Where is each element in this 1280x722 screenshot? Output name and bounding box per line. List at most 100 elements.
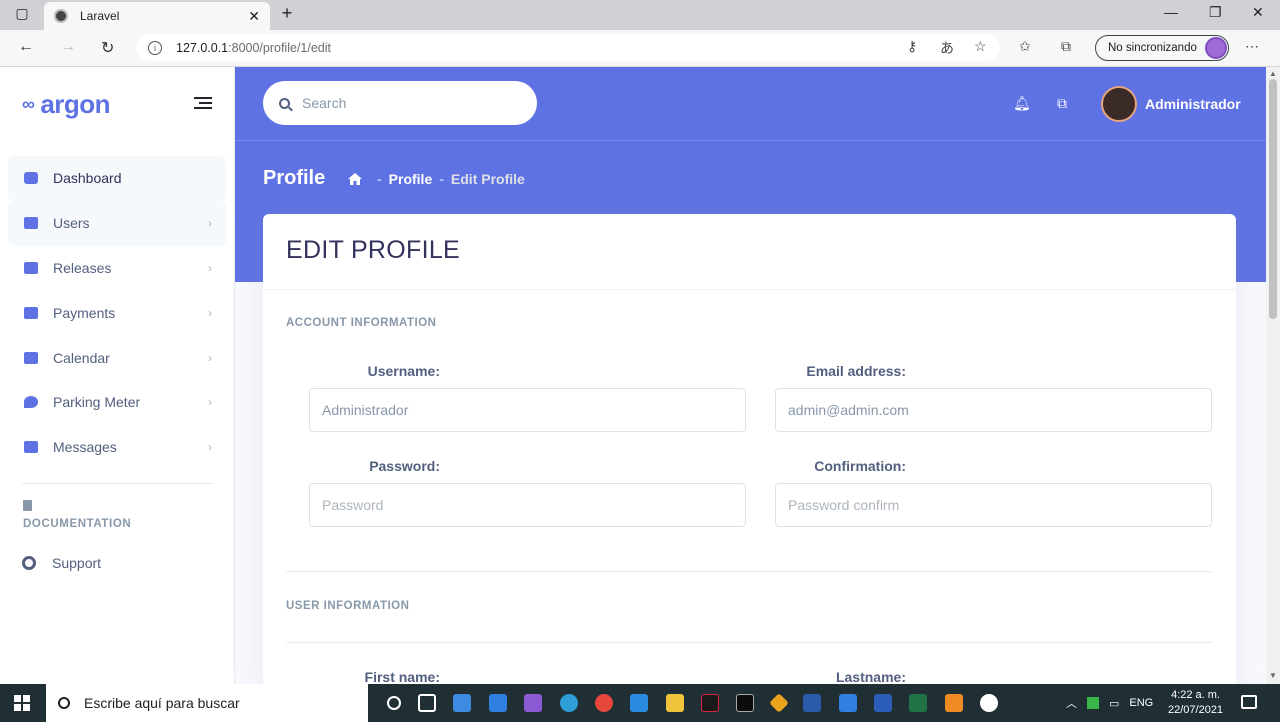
card-title: EDIT PROFILE (286, 236, 461, 264)
language-indicator[interactable]: ENG (1129, 697, 1153, 709)
sidebar-item-support[interactable]: Support (22, 555, 101, 571)
close-window-icon[interactable]: ✕ (1252, 4, 1264, 21)
windows-start-icon[interactable] (14, 695, 30, 711)
notification-center-icon[interactable] (1241, 695, 1257, 709)
breadcrumb-edit-profile: Edit Profile (450, 171, 525, 187)
browser-tab[interactable]: Laravel ✕ (44, 2, 270, 30)
chevron-right-icon: › (208, 305, 212, 320)
search-input[interactable]: Search (263, 81, 537, 125)
user-information-heading: USER INFORMATION (286, 600, 410, 612)
collections-icon[interactable]: ⧉ (1061, 38, 1071, 55)
battery-icon[interactable]: ▭ (1109, 697, 1119, 710)
sidebar-item-dashboard[interactable]: Dashboard (8, 156, 226, 201)
username-field[interactable]: Administrador (309, 388, 746, 432)
password-label: Password: (369, 458, 440, 474)
restore-icon[interactable]: ❐ (1209, 4, 1222, 21)
add-favorite-icon[interactable]: ☆ (974, 38, 987, 55)
clock-date: 22/07/2021 (1168, 704, 1224, 716)
key-icon[interactable]: ⚷ (907, 38, 917, 55)
visual-studio-icon[interactable] (524, 694, 543, 712)
sidebar-item-payments[interactable]: Payments › (8, 290, 226, 335)
chevron-right-icon: › (208, 260, 212, 275)
edge-icon[interactable] (559, 694, 578, 712)
minimize-icon[interactable]: — (1164, 4, 1178, 20)
vscode-icon[interactable] (630, 694, 649, 712)
favorites-icon[interactable]: ✩ (1019, 38, 1031, 55)
back-icon[interactable]: ← (18, 38, 34, 56)
sidebar-item-label: Dashboard (53, 170, 122, 187)
cube-icon (24, 172, 38, 185)
taskbar-apps (378, 684, 1007, 722)
translate-icon[interactable]: あ (940, 38, 954, 58)
sidebar-item-calendar[interactable]: Calendar › (8, 335, 226, 380)
avatar (1101, 86, 1137, 122)
scrollbar-thumb[interactable] (1269, 79, 1277, 319)
cmd-icon[interactable] (736, 694, 755, 712)
sidebar-divider (22, 483, 214, 484)
sidebar-nav: Dashboard Users › Releases › Payments › … (8, 156, 226, 470)
envelope-icon (24, 441, 38, 454)
apps-icon[interactable]: ⧉ (1057, 95, 1067, 112)
sync-label: No sincronizando (1108, 42, 1197, 54)
taskbar-clock[interactable]: 4:22 a. m. 22/07/2021 (1168, 688, 1223, 718)
word-icon[interactable] (873, 694, 892, 712)
sidebar-item-messages[interactable]: Messages › (8, 425, 226, 470)
taskbar-search-input[interactable]: Escribe aquí para buscar (46, 684, 368, 722)
excel-icon[interactable] (909, 694, 928, 712)
new-tab-icon[interactable]: + (277, 3, 297, 24)
sidenav-toggle-icon[interactable] (194, 97, 212, 112)
home-icon[interactable] (348, 173, 362, 185)
first-name-label: First name: (364, 669, 440, 685)
site-info-icon[interactable]: i (148, 40, 162, 55)
mail-icon[interactable] (838, 694, 857, 712)
email-field[interactable]: admin@admin.com (775, 388, 1212, 432)
sidebar-item-label: Support (52, 555, 102, 571)
chevron-right-icon: › (208, 440, 212, 455)
confirmation-label: Confirmation: (814, 458, 906, 474)
scroll-down-icon[interactable]: ▼ (1269, 671, 1277, 680)
page-title: Profile (263, 167, 326, 189)
password-field[interactable]: Password (309, 483, 746, 527)
calendar-icon (24, 351, 38, 364)
powershell-icon[interactable] (803, 694, 822, 712)
scroll-up-icon[interactable]: ▲ (1269, 69, 1277, 78)
mongodb-icon[interactable] (980, 694, 999, 712)
show-hidden-icons-icon[interactable]: ︿ (1066, 695, 1077, 711)
username-label: Username: (367, 363, 440, 379)
terminal-icon[interactable] (701, 694, 720, 712)
xampp-icon[interactable] (944, 694, 963, 712)
page-scrollbar[interactable]: ▲ ▼ (1266, 67, 1280, 684)
tab-actions-icon[interactable]: ▢ (12, 5, 32, 22)
section-divider (286, 571, 1212, 572)
task-view-icon[interactable] (418, 694, 437, 712)
sidebar-item-label: Calendar (53, 349, 110, 366)
breadcrumb-profile[interactable]: Profile (389, 171, 433, 187)
app-tray-icon[interactable] (1087, 697, 1099, 709)
more-options-icon[interactable]: ⋯ (1245, 38, 1259, 55)
book-icon (23, 500, 32, 511)
user-menu[interactable]: Administrador (1101, 86, 1241, 122)
forward-icon[interactable]: → (60, 38, 76, 56)
argon-logo-icon: ∞ (22, 94, 35, 114)
email-label: Email address: (806, 363, 906, 379)
chrome-icon[interactable] (594, 694, 613, 712)
reload-icon[interactable]: ↻ (101, 38, 114, 58)
windows-taskbar: Escribe aquí para buscar ︿ ▭ ENG 4:22 a.… (0, 684, 1280, 722)
calculator-icon[interactable] (453, 694, 472, 712)
sidebar-item-label: Users (53, 215, 90, 232)
user-name: Administrador (1145, 96, 1241, 112)
calendar-app-icon[interactable] (488, 694, 507, 712)
password-confirm-field[interactable]: Password confirm (775, 483, 1212, 527)
bell-icon[interactable]: 🔔︎ (1013, 95, 1031, 112)
sidebar-item-releases[interactable]: Releases › (8, 246, 226, 291)
sidebar-item-parking-meter[interactable]: Parking Meter › (8, 380, 226, 425)
file-explorer-icon[interactable] (665, 694, 684, 712)
sidebar-item-users[interactable]: Users › (8, 200, 226, 246)
git-icon[interactable] (768, 693, 789, 713)
breadcrumb-separator: - (439, 171, 444, 187)
brand-logo[interactable]: ∞ argon (22, 89, 111, 120)
address-bar[interactable]: i 127.0.0.1:8000/profile/1/edit (136, 34, 1000, 61)
sync-button[interactable]: No sincronizando (1095, 35, 1229, 61)
cortana-icon[interactable] (386, 696, 401, 710)
close-tab-icon[interactable]: ✕ (248, 8, 260, 25)
